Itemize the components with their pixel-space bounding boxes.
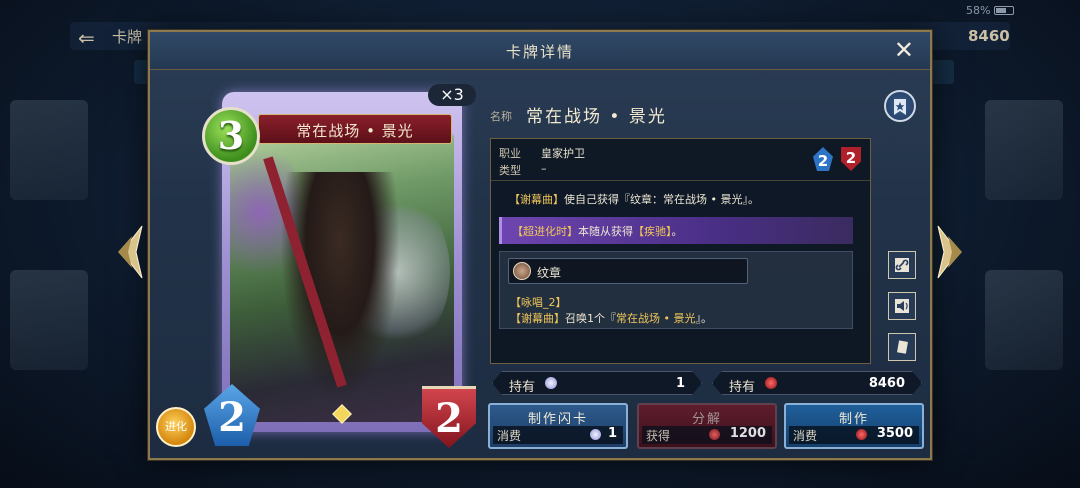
name-label: 名称: [490, 110, 512, 123]
craft-cost-value: 3500: [876, 426, 913, 441]
owned-label: 持有: [509, 380, 536, 395]
flash-ticket-icon: [590, 429, 601, 440]
class-label: 职业: [499, 147, 521, 160]
super-evolve-band: 【超进化时】本随从获得【疾驰】。: [499, 217, 853, 244]
card-icon[interactable]: [888, 333, 916, 361]
flash-ticket-icon: [545, 377, 557, 389]
red-vial-icon: [765, 377, 777, 389]
craft-flash-cost-value: 1: [607, 426, 617, 441]
card-title: 常在战场 • 景光: [526, 107, 667, 127]
owned-flash-bar: 持有 1: [492, 371, 702, 395]
card-meta: 职业 皇家护卫 类型 – 2 2: [491, 139, 870, 181]
emblem-countdown: 【咏唱_2】: [510, 296, 567, 309]
background-title: 卡牌: [112, 28, 143, 46]
card-info-panel: 职业 皇家护卫 类型 – 2 2 【谢幕曲】使自己获得『纹章：常在战场 • 景光…: [490, 138, 871, 364]
evolved-attack: 2: [813, 147, 833, 171]
craft-button[interactable]: 制作 消费 3500: [784, 403, 924, 449]
card-copies-count: ×3: [428, 84, 476, 106]
dismantle-gain-value: 1200: [729, 426, 766, 441]
emblem-icon: [513, 262, 531, 280]
evolve-toggle-button[interactable]: 进化: [156, 407, 196, 447]
dismantle-gain: 获得 1200: [642, 426, 772, 444]
craft-flash-label: 制作闪卡: [527, 412, 588, 427]
owned-vials-bar: 持有 8460: [712, 371, 922, 395]
red-vial-icon: [709, 429, 720, 440]
red-vial-icon: [856, 429, 867, 440]
cost-label: 消费: [793, 429, 818, 443]
super-evolve-effect: 【超进化时】本随从获得【疾驰】。: [512, 225, 683, 238]
card-name: 常在战场 • 景光: [296, 122, 414, 140]
card-illustration: [230, 132, 454, 422]
background-currency: 8460: [968, 27, 1010, 45]
craft-flash-button[interactable]: 制作闪卡 消费 1: [488, 403, 628, 449]
card-name-banner: 常在战场 • 景光: [258, 114, 452, 144]
gain-label: 获得: [646, 429, 671, 443]
dismantle-button[interactable]: 分解 获得 1200: [637, 403, 777, 449]
owned-flash-count: 1: [675, 376, 685, 391]
owned-label-2: 持有: [729, 380, 756, 395]
speaker-icon[interactable]: [888, 292, 916, 320]
last-words-effect: 【谢幕曲】使自己获得『纹章：常在战场 • 景光』。: [509, 193, 759, 206]
craft-label: 制作: [838, 412, 869, 427]
emblem-header: 纹章: [508, 258, 748, 284]
craft-cost: 消费 3500: [789, 426, 919, 444]
background-card: [985, 100, 1063, 200]
close-button[interactable]: ✕: [894, 37, 914, 63]
background-card: [985, 270, 1063, 370]
emblem-effect: 【谢幕曲】召唤1个『常在战场 • 景光』。: [510, 312, 712, 325]
type-label: 类型: [499, 164, 521, 177]
previous-card-arrow-icon[interactable]: [116, 222, 146, 282]
back-arrow-icon: ⇐: [78, 26, 95, 50]
emblem-box: 纹章 【咏唱_2】 【谢幕曲】召唤1个『常在战场 • 景光』。: [499, 251, 853, 329]
emblem-label: 纹章: [537, 266, 562, 280]
next-card-arrow-icon[interactable]: [934, 222, 964, 282]
background-card: [10, 270, 88, 370]
cost-label: 消费: [497, 429, 522, 443]
evolved-defense: 2: [841, 147, 861, 171]
class-value: 皇家护卫: [541, 147, 585, 160]
battery-level: 58%: [966, 4, 991, 17]
dialog-header: 卡牌详情 ✕: [150, 32, 930, 70]
owned-vials: 8460: [868, 376, 905, 391]
card-cost: 3: [202, 107, 260, 165]
dismantle-label: 分解: [691, 412, 722, 427]
type-value: –: [541, 162, 547, 175]
dialog-title: 卡牌详情: [505, 43, 574, 61]
craft-flash-cost: 消费 1: [493, 426, 623, 444]
battery-icon: [994, 6, 1014, 15]
bookmark-star-icon[interactable]: [884, 90, 916, 122]
background-card: [10, 100, 88, 200]
link-icon[interactable]: [888, 251, 916, 279]
